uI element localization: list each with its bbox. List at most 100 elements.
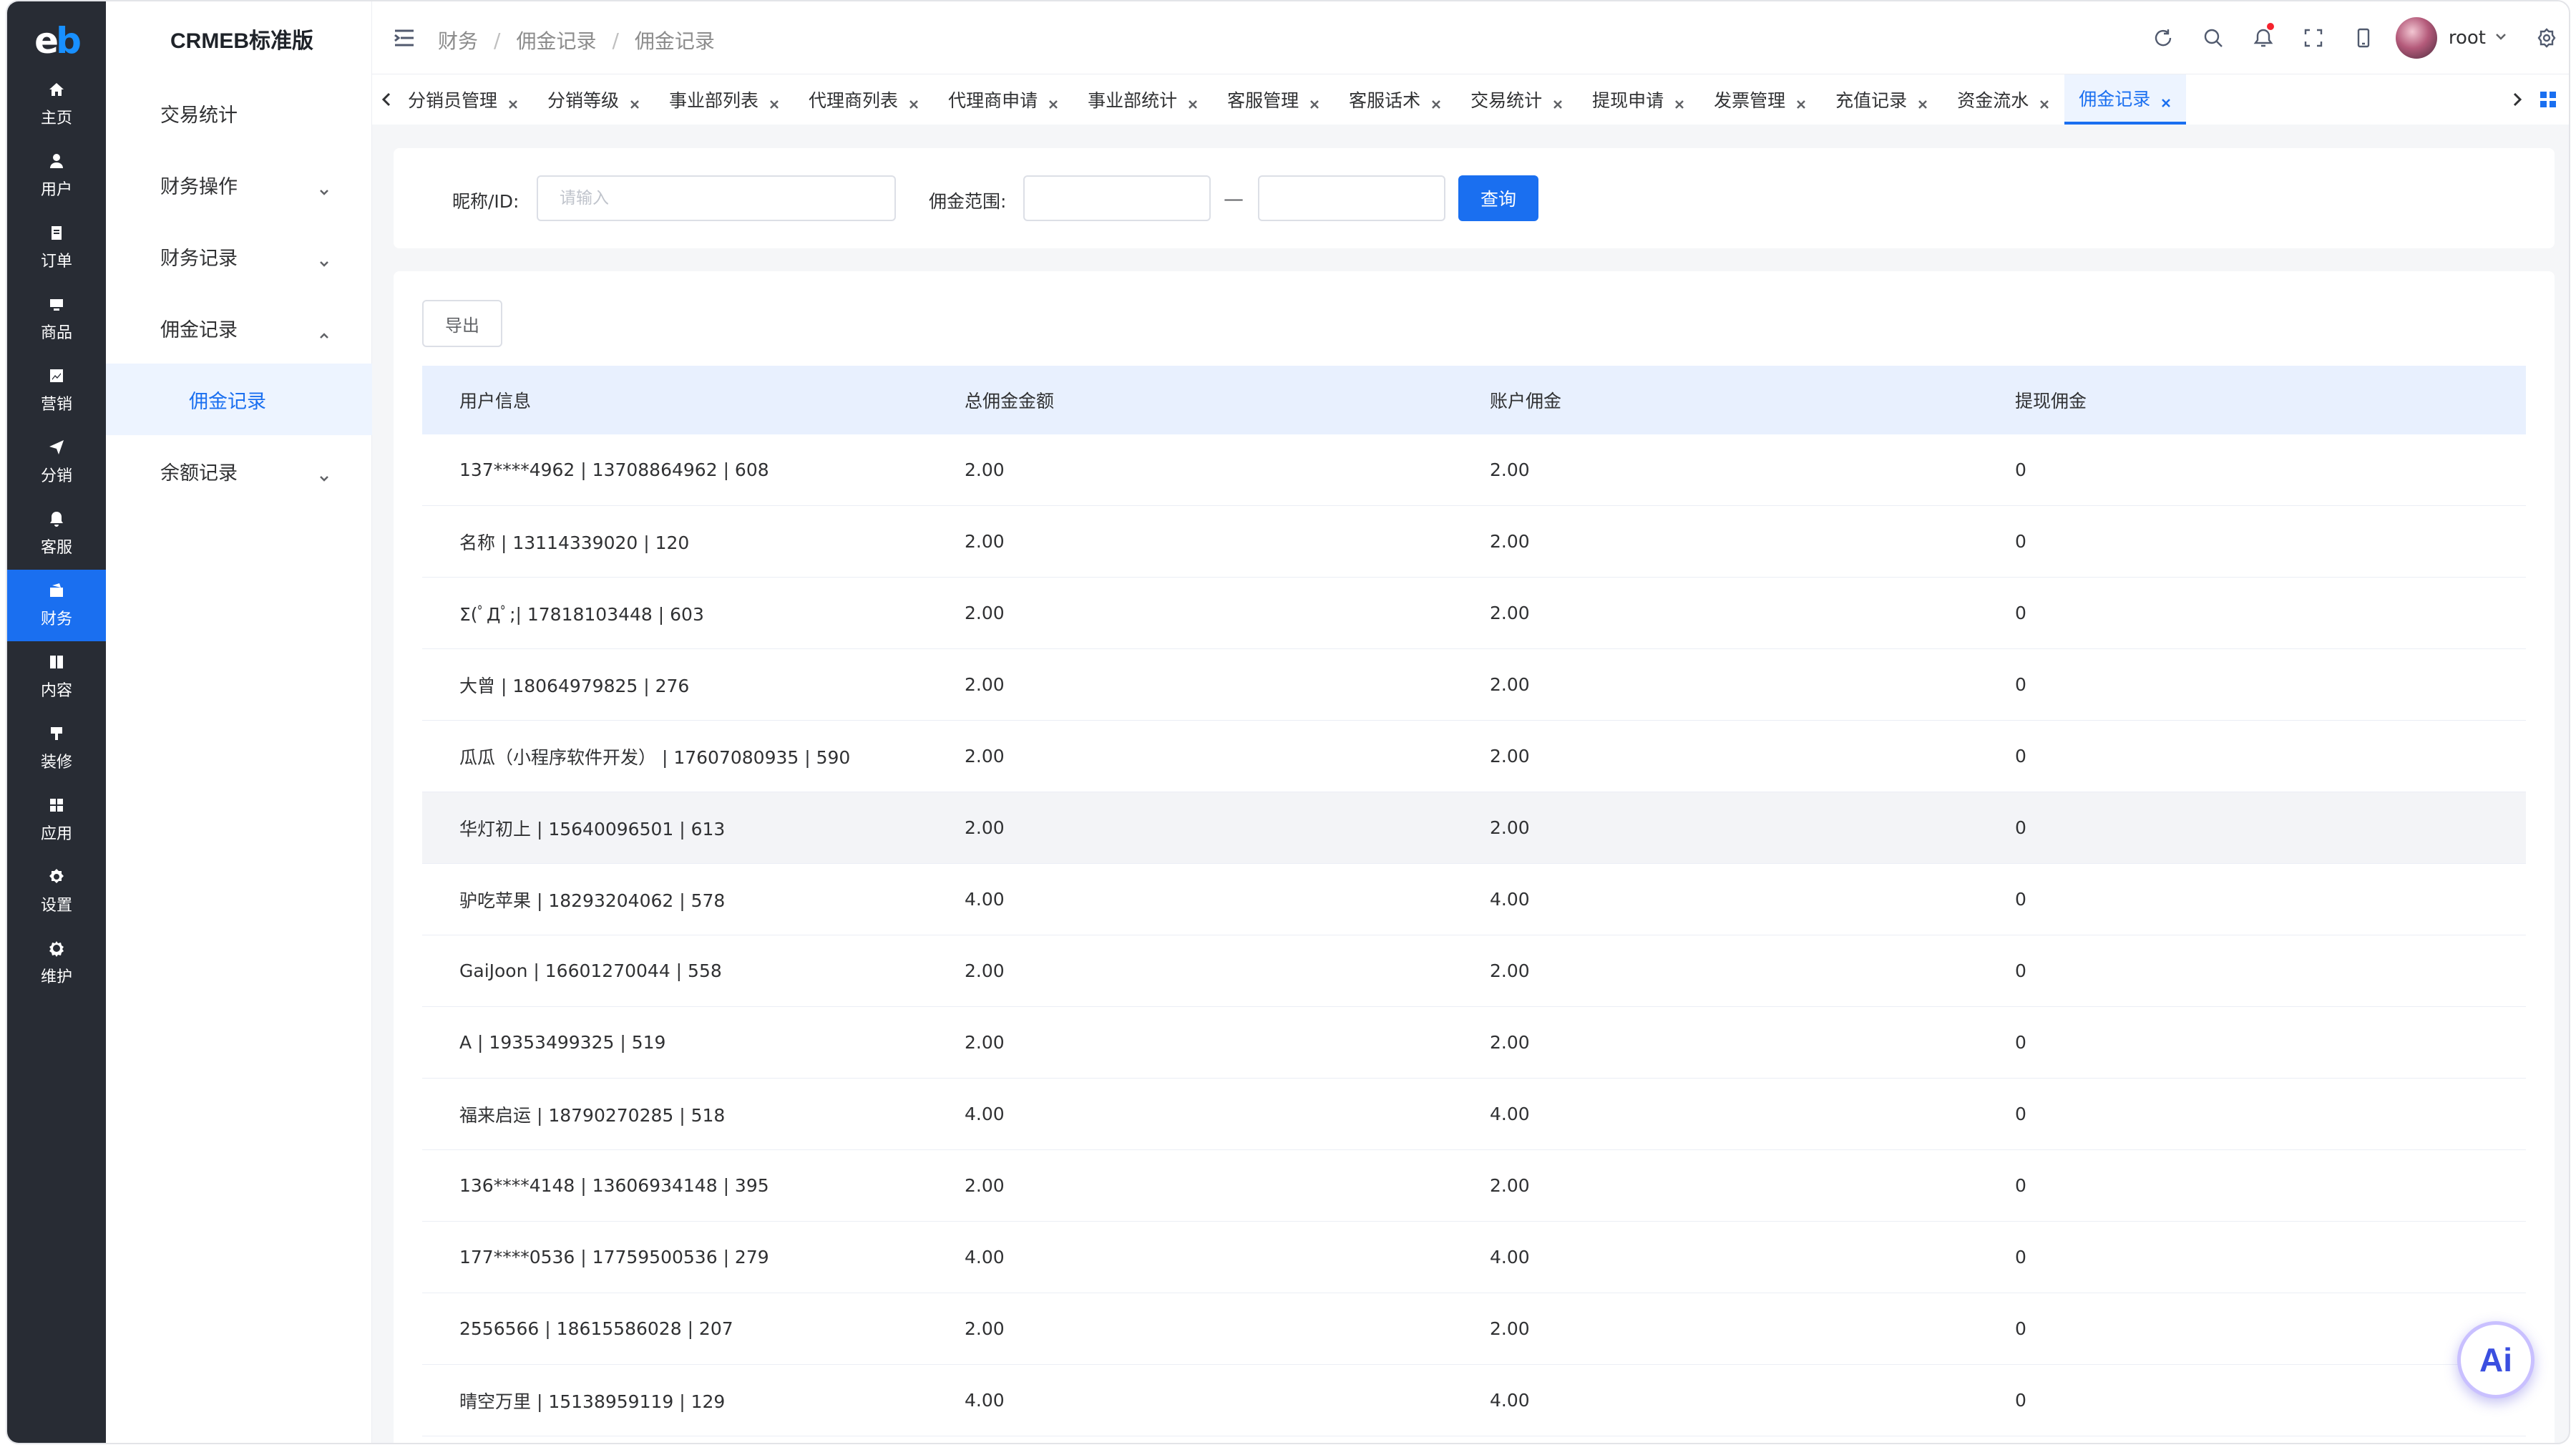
tab[interactable]: 分销员管理	[394, 74, 533, 125]
logo[interactable]: eb	[7, 17, 106, 64]
tabs-bar: 分销员管理 分销等级 事业部列表 代理商列表 代理商申请 事业部统计 客服管理 …	[372, 74, 2569, 125]
tab-label: 事业部统计	[1088, 90, 1178, 111]
range-max-input[interactable]	[1258, 175, 1445, 221]
menu-toggle-icon[interactable]	[394, 29, 415, 47]
table-cell: 0	[2015, 1175, 2026, 1196]
user-dropdown[interactable]: root	[2395, 17, 2507, 59]
fullscreen-icon[interactable]	[2288, 1, 2338, 74]
table-cell: 0	[2015, 1104, 2026, 1124]
tab[interactable]: 交易统计	[1456, 74, 1578, 125]
close-icon[interactable]	[1309, 94, 1320, 109]
close-icon[interactable]	[1917, 94, 1928, 109]
rail-item-maintain[interactable]: 维护	[7, 928, 106, 999]
distribution-icon	[48, 439, 65, 456]
close-icon[interactable]	[1552, 94, 1563, 109]
table-cell: 2.00	[1490, 746, 1530, 767]
table-cell: 137****4962 | 13708864962 | 608	[459, 459, 769, 480]
secondary-menu: CRMEB标准版 交易统计 财务操作 财务记录 佣金记录 佣金记录 余额记录	[106, 1, 372, 1443]
close-icon[interactable]	[1430, 94, 1442, 109]
content-icon	[48, 653, 65, 671]
refresh-icon[interactable]	[2138, 1, 2188, 74]
table-cell: 2.00	[965, 1318, 1005, 1339]
table-cell: 2.00	[965, 459, 1005, 480]
breadcrumb-separator: /	[612, 28, 619, 52]
tab-label: 资金流水	[1957, 90, 2029, 111]
close-icon[interactable]	[2039, 94, 2050, 109]
breadcrumb-item[interactable]: 财务	[438, 26, 478, 54]
export-button[interactable]: 导出	[422, 300, 502, 347]
rail-item-order[interactable]: 订单	[7, 212, 106, 283]
close-icon[interactable]	[1674, 94, 1685, 109]
table-cell: 0	[2015, 817, 2026, 838]
menu-item-commission-group[interactable]: 佣金记录	[106, 292, 372, 364]
rail-item-home[interactable]: 主页	[7, 69, 106, 140]
close-icon[interactable]	[1048, 94, 1059, 109]
mobile-icon[interactable]	[2338, 1, 2389, 74]
rail-item-settings[interactable]: 设置	[7, 856, 106, 928]
rail-label: 营销	[40, 396, 72, 414]
rail-item-distribution[interactable]: 分销	[7, 427, 106, 498]
menu-item-label: 佣金记录	[189, 390, 266, 413]
rail-item-marketing[interactable]: 营销	[7, 355, 106, 427]
column-header: 总佣金金额	[965, 391, 1055, 412]
bell-icon[interactable]	[2238, 1, 2288, 74]
rail-label: 订单	[40, 253, 72, 271]
menu-item-balance-records[interactable]: 余额记录	[106, 435, 372, 507]
tab[interactable]: 事业部列表	[655, 74, 794, 125]
tab[interactable]: 客服话术	[1335, 74, 1456, 125]
rail-item-content[interactable]: 内容	[7, 641, 106, 713]
table-cell: 2.00	[1490, 960, 1530, 981]
tab[interactable]: 提现申请	[1578, 74, 1699, 125]
menu-item-trade-stats[interactable]: 交易统计	[106, 77, 372, 149]
tab[interactable]: 资金流水	[1943, 74, 2064, 125]
tab[interactable]: 分销等级	[533, 74, 655, 125]
rail-item-service[interactable]: 客服	[7, 498, 106, 570]
settings-icon[interactable]	[2522, 1, 2569, 74]
breadcrumb-item[interactable]: 佣金记录	[516, 26, 596, 54]
table-row: 177****0536 | 17759500536 | 279 4.00 4.00 0	[422, 1222, 2526, 1293]
table-cell: 136****4148 | 13606934148 | 395	[459, 1175, 769, 1196]
nickname-input[interactable]	[537, 175, 896, 221]
tab[interactable]: 事业部统计	[1073, 74, 1213, 125]
finance-icon	[48, 582, 65, 599]
search-icon[interactable]	[2188, 1, 2238, 74]
table-row: 晴空万里 | 15138959119 | 129 4.00 4.00 0	[422, 1365, 2526, 1436]
table-cell: 0	[2015, 1318, 2026, 1339]
close-icon[interactable]	[1187, 94, 1199, 109]
close-icon[interactable]	[629, 94, 640, 109]
tab[interactable]: 代理商申请	[934, 74, 1073, 125]
tab[interactable]: 代理商列表	[794, 74, 934, 125]
close-icon[interactable]	[908, 94, 919, 109]
query-button[interactable]: 查询	[1458, 175, 1538, 221]
tab[interactable]: 充值记录	[1821, 74, 1943, 125]
rail-item-apps[interactable]: 应用	[7, 784, 106, 856]
table-cell: 0	[2015, 459, 2026, 480]
rail-item-finance[interactable]: 财务	[7, 570, 106, 641]
close-icon[interactable]	[769, 94, 780, 109]
rail-item-product[interactable]: 商品	[7, 283, 106, 355]
table-cell: 2.00	[965, 746, 1005, 767]
table-cell: 0	[2015, 960, 2026, 981]
table-header: 用户信息 总佣金金额 账户佣金 提现佣金	[422, 366, 2526, 434]
tab[interactable]: 客服管理	[1213, 74, 1335, 125]
tab-active[interactable]: 佣金记录	[2064, 74, 2187, 125]
close-icon[interactable]	[2160, 92, 2172, 107]
close-icon[interactable]	[507, 94, 519, 109]
tabs-menu-icon[interactable]	[2539, 90, 2557, 109]
table-row: 136****4148 | 13606934148 | 395 2.00 2.00 0	[422, 1150, 2526, 1222]
table-row: 大曾 | 18064979825 | 276 2.00 2.00 0	[422, 649, 2526, 721]
range-min-input[interactable]	[1023, 175, 1211, 221]
ai-assistant-button[interactable]: Ai	[2457, 1321, 2534, 1398]
menu-item-finance-ops[interactable]: 财务操作	[106, 149, 372, 220]
menu-item-commission-records[interactable]: 佣金记录	[106, 364, 372, 435]
menu-item-label: 交易统计	[160, 104, 238, 127]
rail-item-decor[interactable]: 装修	[7, 713, 106, 784]
rail-item-user[interactable]: 用户	[7, 140, 106, 212]
tabs-scroll-right-icon[interactable]	[2503, 74, 2532, 125]
table-cell: 2.00	[1490, 1318, 1530, 1339]
menu-item-finance-records[interactable]: 财务记录	[106, 220, 372, 292]
tab[interactable]: 发票管理	[1699, 74, 1821, 125]
tab-label: 客服管理	[1227, 90, 1299, 111]
close-icon[interactable]	[1795, 94, 1807, 109]
table-cell: 2.00	[965, 1175, 1005, 1196]
